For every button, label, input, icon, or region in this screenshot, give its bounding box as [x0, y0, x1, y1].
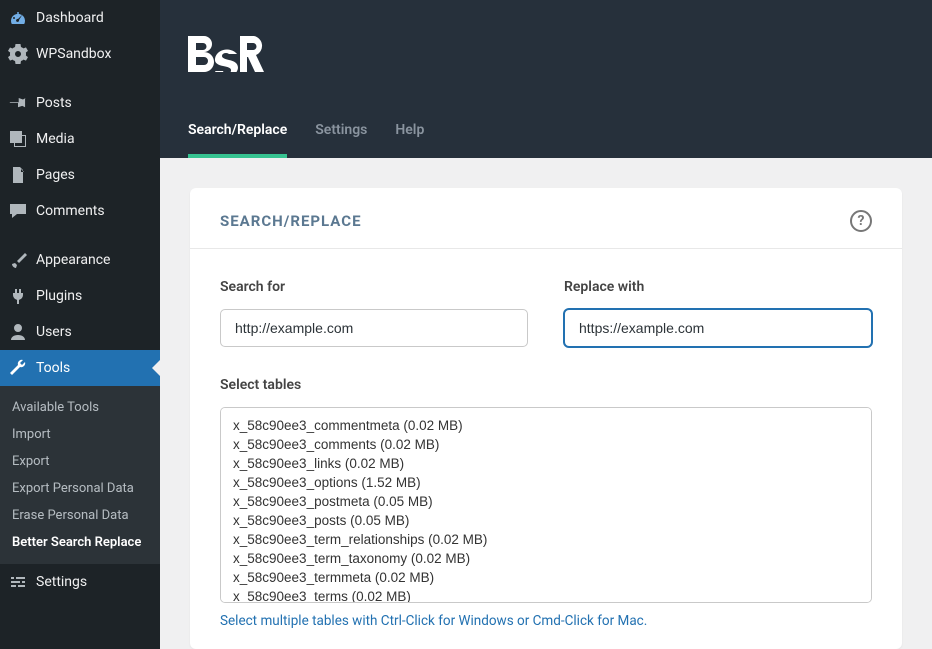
- help-icon[interactable]: ?: [850, 210, 872, 232]
- sidebar-item-dashboard[interactable]: Dashboard: [0, 0, 160, 36]
- fields-row: Search for Replace with: [220, 279, 872, 347]
- sidebar-item-label: Tools: [36, 360, 70, 376]
- tab-help[interactable]: Help: [395, 108, 424, 158]
- sidebar-item-media[interactable]: Media: [0, 121, 160, 157]
- tab-search-replace[interactable]: Search/Replace: [188, 108, 287, 158]
- sidebar-item-label: Settings: [36, 574, 87, 590]
- sidebar-item-label: Appearance: [36, 252, 110, 268]
- sidebar-item-label: Posts: [36, 95, 72, 111]
- replace-with-field: Replace with: [564, 279, 872, 347]
- menu-separator: [0, 76, 160, 81]
- search-replace-panel: SEARCH/REPLACE ? Search for Replace with…: [190, 188, 902, 649]
- tools-submenu: Available Tools Import Export Export Per…: [0, 386, 160, 564]
- submenu-import[interactable]: Import: [0, 421, 160, 448]
- plug-icon: [8, 286, 28, 306]
- sidebar-item-label: Media: [36, 131, 75, 147]
- menu-separator: [0, 233, 160, 238]
- panel-title: SEARCH/REPLACE: [220, 212, 362, 230]
- submenu-available-tools[interactable]: Available Tools: [0, 394, 160, 421]
- table-option[interactable]: x_58c90ee3_terms (0.02 MB): [233, 587, 859, 602]
- replace-with-label: Replace with: [564, 279, 872, 295]
- tables-box-wrap: x_58c90ee3_commentmeta (0.02 MB)x_58c90e…: [220, 407, 872, 603]
- sidebar-item-settings[interactable]: Settings: [0, 564, 160, 600]
- pages-icon: [8, 165, 28, 185]
- pin-icon: [8, 93, 28, 113]
- sidebar-item-label: Plugins: [36, 288, 82, 304]
- brush-icon: [8, 250, 28, 270]
- bsr-logo: [188, 36, 264, 72]
- sidebar-item-posts[interactable]: Posts: [0, 85, 160, 121]
- submenu-better-search-replace[interactable]: Better Search Replace: [0, 529, 160, 556]
- sidebar-item-label: Dashboard: [36, 10, 104, 26]
- select-tables-label: Select tables: [220, 377, 872, 393]
- gear-icon: [8, 44, 28, 64]
- dashboard-icon: [8, 8, 28, 28]
- table-option[interactable]: x_58c90ee3_links (0.02 MB): [233, 454, 859, 473]
- tables-select[interactable]: x_58c90ee3_commentmeta (0.02 MB)x_58c90e…: [221, 408, 871, 602]
- search-for-label: Search for: [220, 279, 528, 295]
- submenu-export[interactable]: Export: [0, 448, 160, 475]
- table-option[interactable]: x_58c90ee3_comments (0.02 MB): [233, 435, 859, 454]
- comment-icon: [8, 201, 28, 221]
- sidebar-item-plugins[interactable]: Plugins: [0, 278, 160, 314]
- sliders-icon: [8, 572, 28, 592]
- sidebar-item-label: Comments: [36, 203, 105, 219]
- table-option[interactable]: x_58c90ee3_commentmeta (0.02 MB): [233, 416, 859, 435]
- tabs-bar: Search/Replace Settings Help: [160, 108, 932, 158]
- tab-settings[interactable]: Settings: [315, 108, 367, 158]
- table-option[interactable]: x_58c90ee3_posts (0.05 MB): [233, 511, 859, 530]
- table-option[interactable]: x_58c90ee3_options (1.52 MB): [233, 473, 859, 492]
- sidebar-item-appearance[interactable]: Appearance: [0, 242, 160, 278]
- content-wrap: SEARCH/REPLACE ? Search for Replace with…: [160, 158, 932, 649]
- sidebar-item-label: Pages: [36, 167, 75, 183]
- wrench-icon: [8, 358, 28, 378]
- sidebar-item-users[interactable]: Users: [0, 314, 160, 350]
- submenu-erase-personal-data[interactable]: Erase Personal Data: [0, 502, 160, 529]
- tables-hint: Select multiple tables with Ctrl-Click f…: [220, 613, 872, 629]
- replace-with-input[interactable]: [564, 309, 872, 347]
- table-option[interactable]: x_58c90ee3_postmeta (0.05 MB): [233, 492, 859, 511]
- table-option[interactable]: x_58c90ee3_termmeta (0.02 MB): [233, 568, 859, 587]
- search-for-field: Search for: [220, 279, 528, 347]
- table-option[interactable]: x_58c90ee3_term_taxonomy (0.02 MB): [233, 549, 859, 568]
- media-icon: [8, 129, 28, 149]
- panel-body: Search for Replace with Select tables x_…: [190, 249, 902, 649]
- table-option[interactable]: x_58c90ee3_term_relationships (0.02 MB): [233, 530, 859, 549]
- user-icon: [8, 322, 28, 342]
- brand-bar: [160, 0, 932, 108]
- panel-header: SEARCH/REPLACE ?: [190, 188, 902, 249]
- sidebar-item-pages[interactable]: Pages: [0, 157, 160, 193]
- sidebar-item-label: WPSandbox: [36, 46, 111, 62]
- admin-sidebar: Dashboard WPSandbox Posts Media Pages Co…: [0, 0, 160, 649]
- submenu-export-personal-data[interactable]: Export Personal Data: [0, 475, 160, 502]
- sidebar-item-label: Users: [36, 324, 72, 340]
- main-content: Search/Replace Settings Help SEARCH/REPL…: [160, 0, 932, 649]
- sidebar-item-wpsandbox[interactable]: WPSandbox: [0, 36, 160, 72]
- search-for-input[interactable]: [220, 309, 528, 347]
- sidebar-item-comments[interactable]: Comments: [0, 193, 160, 229]
- sidebar-item-tools[interactable]: Tools: [0, 350, 160, 386]
